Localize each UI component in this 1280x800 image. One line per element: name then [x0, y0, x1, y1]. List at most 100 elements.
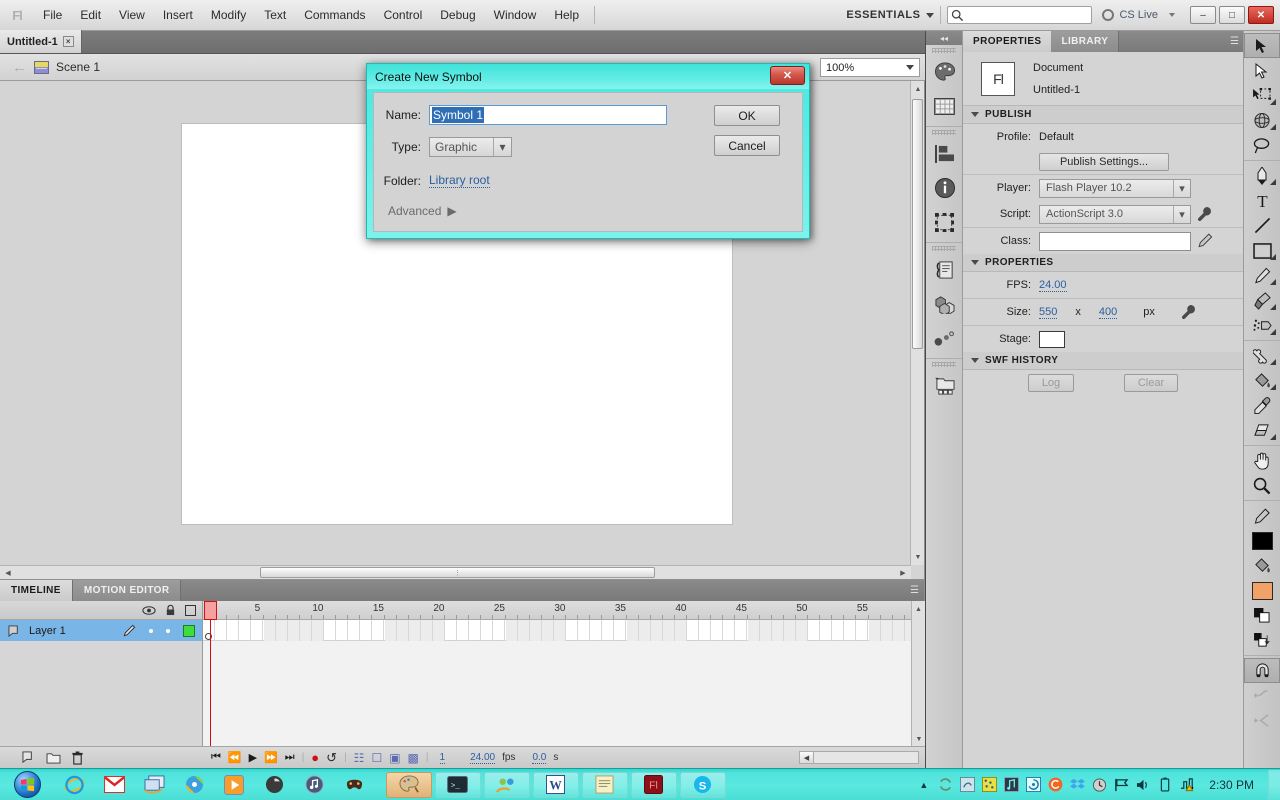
- timeline-vertical-scrollbar[interactable]: ▲ ▼: [911, 601, 925, 747]
- player-select[interactable]: Flash Player 10.2 ▾: [1039, 178, 1191, 198]
- frame-cell[interactable]: [626, 620, 639, 641]
- clock-tray-icon[interactable]: [1091, 776, 1108, 793]
- loop-playback-icon[interactable]: ↺: [326, 750, 337, 766]
- tool-flyout-indicator[interactable]: [1270, 359, 1276, 365]
- scroll-down-icon[interactable]: ▼: [911, 549, 925, 565]
- fill-color-swatch[interactable]: [1244, 578, 1280, 603]
- stage-horizontal-scrollbar[interactable]: ◀ ⋮ ▶: [0, 565, 911, 579]
- zoom-level-select[interactable]: 100%: [820, 58, 920, 77]
- bone-tool[interactable]: [1244, 343, 1280, 368]
- frame-cell[interactable]: [529, 620, 542, 641]
- taskbar-window-terminal[interactable]: >_: [434, 771, 481, 798]
- frame-cell[interactable]: [215, 620, 228, 641]
- dialog-title-bar[interactable]: Create New Symbol ✕: [367, 64, 809, 89]
- frame-cell[interactable]: [674, 620, 687, 641]
- components-icon[interactable]: [926, 287, 963, 321]
- frame-cell[interactable]: [348, 620, 361, 641]
- stroke-color-row[interactable]: [1244, 503, 1280, 528]
- tab-library[interactable]: LIBRARY: [1051, 31, 1120, 52]
- frame-cell[interactable]: [227, 620, 240, 641]
- smooth-option[interactable]: [1244, 683, 1280, 708]
- frame-cell[interactable]: [662, 620, 675, 641]
- back-arrow-icon[interactable]: ←: [12, 60, 27, 75]
- frame-cell[interactable]: [699, 620, 712, 641]
- frame-cell[interactable]: [505, 620, 518, 641]
- menu-control[interactable]: Control: [375, 4, 432, 26]
- symbol-type-select[interactable]: Graphic ▾: [429, 137, 512, 157]
- frame-cell[interactable]: [856, 620, 869, 641]
- scroll-left-icon[interactable]: ◀: [800, 752, 814, 763]
- taskbar-gmail-icon[interactable]: [94, 770, 134, 800]
- spray-brush-tool[interactable]: [1244, 313, 1280, 338]
- clear-button[interactable]: Clear: [1124, 374, 1178, 392]
- stage-vertical-scrollbar[interactable]: ▲ ▼: [910, 81, 924, 565]
- selection-tool[interactable]: [1244, 33, 1280, 58]
- layer-name-label[interactable]: Layer 1: [29, 625, 66, 637]
- taskbar-window-teamviewer[interactable]: [483, 771, 530, 798]
- lock-icon[interactable]: [165, 604, 176, 616]
- new-layer-icon[interactable]: [22, 751, 36, 764]
- workspace-switcher[interactable]: ESSENTIALS: [846, 9, 935, 21]
- frame-cell[interactable]: [203, 620, 215, 641]
- frame-cell[interactable]: [275, 620, 288, 641]
- tool-flyout-indicator[interactable]: [1270, 179, 1276, 185]
- frame-cell[interactable]: [287, 620, 300, 641]
- step-back-icon[interactable]: ⏪: [228, 751, 242, 764]
- frame-cell[interactable]: [590, 620, 603, 641]
- orange-spiral-tray-icon[interactable]: [1047, 776, 1064, 793]
- stroke-color-swatch[interactable]: [1244, 528, 1280, 553]
- frame-cell[interactable]: [517, 620, 530, 641]
- swap-colors-button[interactable]: [1244, 628, 1280, 653]
- menu-edit[interactable]: Edit: [71, 4, 110, 26]
- cancel-button[interactable]: Cancel: [714, 135, 780, 156]
- tab-properties[interactable]: PROPERTIES: [963, 31, 1052, 52]
- frame-cell[interactable]: [711, 620, 724, 641]
- menu-view[interactable]: View: [110, 4, 154, 26]
- brush-tool[interactable]: [1244, 288, 1280, 313]
- pencil-edit-icon[interactable]: [1197, 233, 1213, 249]
- tab-motion-editor[interactable]: MOTION EDITOR: [71, 580, 182, 601]
- taskbar-clock[interactable]: 2:30 PM: [1201, 778, 1262, 792]
- menu-text[interactable]: Text: [255, 4, 295, 26]
- symbol-name-input[interactable]: Symbol 1: [429, 105, 667, 125]
- eraser-tool[interactable]: [1244, 418, 1280, 443]
- menu-file[interactable]: File: [34, 4, 71, 26]
- pen-tool[interactable]: [1244, 163, 1280, 188]
- frame-cell[interactable]: [832, 620, 845, 641]
- frame-cell[interactable]: [299, 620, 312, 641]
- search-input[interactable]: [964, 9, 1083, 21]
- free-transform-tool[interactable]: [1244, 83, 1280, 108]
- frame-cell[interactable]: [723, 620, 736, 641]
- volume-icon[interactable]: [1135, 776, 1152, 793]
- modify-markers-icon[interactable]: ▩: [408, 751, 419, 765]
- frame-cell[interactable]: [324, 620, 336, 641]
- taskbar-internet-explorer-icon[interactable]: [54, 770, 94, 800]
- panel-menu-icon[interactable]: ☰: [1230, 36, 1239, 47]
- taskbar-window-word[interactable]: W: [532, 771, 579, 798]
- frame-cell[interactable]: [360, 620, 373, 641]
- frame-cell[interactable]: [820, 620, 833, 641]
- drag-grip[interactable]: [932, 362, 956, 367]
- dialog-close-button[interactable]: ✕: [770, 66, 805, 85]
- battery-icon[interactable]: [1157, 776, 1174, 793]
- maximize-button[interactable]: □: [1219, 6, 1245, 24]
- edit-multiple-frames-icon[interactable]: ▣: [389, 751, 400, 765]
- taskbar-itunes-icon[interactable]: [294, 770, 334, 800]
- straighten-option[interactable]: [1244, 708, 1280, 733]
- frame-cell[interactable]: [808, 620, 820, 641]
- stage-width-value[interactable]: 550: [1039, 306, 1058, 319]
- frame-cell[interactable]: [795, 620, 808, 641]
- music-tray-icon[interactable]: [1003, 776, 1020, 793]
- spiral-tray-icon[interactable]: [1025, 776, 1042, 793]
- library-folder-icon[interactable]: [926, 369, 963, 403]
- frame-cell[interactable]: [880, 620, 893, 641]
- tool-flyout-indicator[interactable]: [1270, 304, 1276, 310]
- scroll-right-icon[interactable]: ▶: [895, 566, 911, 580]
- frame-cell[interactable]: [311, 620, 324, 641]
- tab-timeline[interactable]: TIMELINE: [0, 580, 72, 601]
- frame-cell[interactable]: [481, 620, 494, 641]
- timeline-ruler[interactable]: 1510152025303540455055606570758085: [203, 601, 911, 620]
- section-header-properties[interactable]: PROPERTIES: [963, 254, 1243, 272]
- layer-row-layer-1[interactable]: Layer 1: [0, 620, 202, 641]
- section-header-swf-history[interactable]: SWF HISTORY: [963, 352, 1243, 370]
